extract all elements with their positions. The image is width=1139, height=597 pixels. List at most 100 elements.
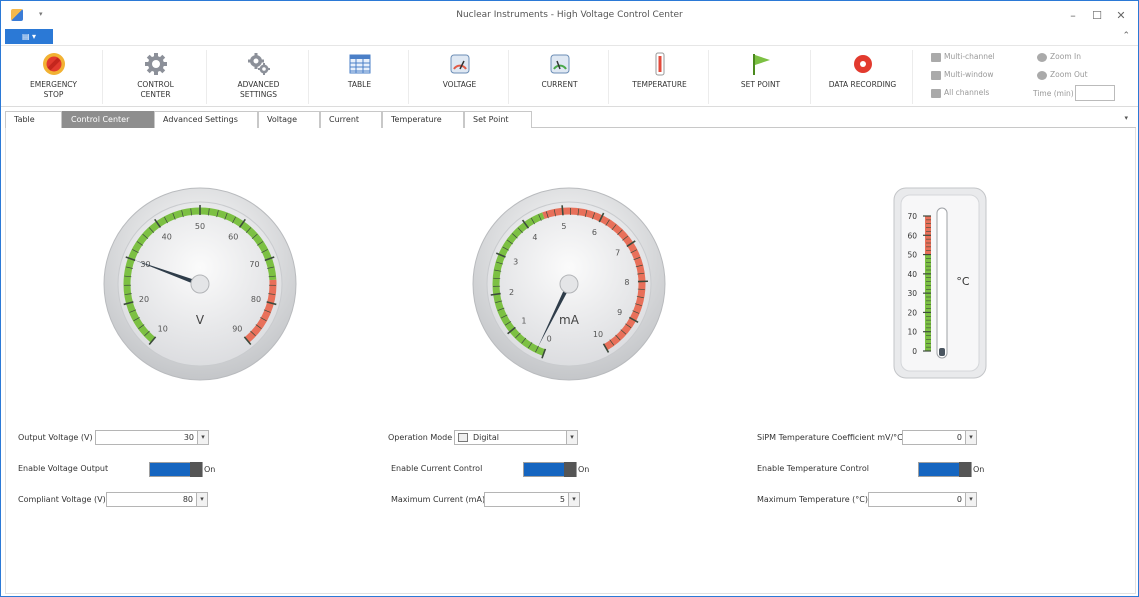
maximum-temperature-field[interactable]: 0 [868, 492, 967, 507]
toggle-knob [564, 462, 576, 477]
thermometer-icon [655, 52, 664, 76]
tab-voltage[interactable]: Voltage [258, 111, 320, 128]
voltage-tick-label: 60 [228, 232, 238, 241]
voltage-button[interactable]: VOLTAGE [411, 50, 509, 104]
tab-control-center-label: Control Center [71, 115, 130, 124]
document-tabs: Table Control Center ✕ Advanced Settings… [5, 111, 1136, 140]
compliant-voltage-dropdown[interactable]: ▾ [196, 492, 208, 507]
app-window: ▾ Nuclear Instruments - High Voltage Con… [0, 0, 1139, 597]
output-voltage-field[interactable]: 30 [95, 430, 199, 445]
voltage-tick-label: 80 [251, 295, 261, 304]
control-center-panel: 10 20 30 40 50 60 70 80 90 V 0 1 2 3 4 5 6 7 8 9 10 mA 0 10 20… [5, 128, 1136, 594]
maximize-button[interactable]: ☐ [1089, 9, 1105, 22]
tab-control-center[interactable]: Control Center ✕ [62, 111, 154, 140]
enable-temperature-state: On [973, 465, 985, 474]
tab-current[interactable]: Current [320, 111, 382, 128]
enable-temperature-label: Enable Temperature Control [757, 464, 869, 473]
table-icon [349, 54, 370, 74]
zoom-out-label: Zoom Out [1050, 70, 1088, 79]
file-menu-button[interactable]: ▤ ▾ [5, 29, 53, 44]
operation-mode-select[interactable]: Digital [454, 430, 568, 445]
output-voltage-label: Output Voltage (V) [18, 433, 93, 442]
data-recording-button[interactable]: DATA RECORDING [813, 50, 913, 104]
enable-current-toggle[interactable] [523, 462, 577, 477]
zoom-out-icon [1037, 70, 1047, 80]
current-gauge-icon [550, 54, 569, 74]
current-button[interactable]: CURRENT [511, 50, 609, 104]
tab-advanced-settings-label: Advanced Settings [163, 115, 238, 124]
toggle-knob [959, 462, 971, 477]
enable-temperature-toggle[interactable] [918, 462, 972, 477]
enable-current-label: Enable Current Control [391, 464, 483, 473]
current-tick-label: 8 [624, 278, 629, 287]
temperature-thermometer: 0 10 20 30 40 50 60 70 °C [893, 187, 987, 379]
voltage-gauge-icon [450, 54, 469, 74]
tab-table[interactable]: Table [5, 111, 62, 128]
thermo-green-band [925, 254, 931, 351]
compliant-voltage-field[interactable]: 80 [106, 492, 198, 507]
current-tick-label: 2 [509, 288, 514, 297]
tabs-dropdown[interactable]: ▾ [1124, 114, 1128, 122]
table-label: TABLE [347, 80, 372, 89]
voltage-tick-label: 20 [139, 295, 149, 304]
voltage-tick-label: 10 [158, 324, 168, 333]
title-bar: ▾ Nuclear Instruments - High Voltage Con… [1, 1, 1138, 29]
record-icon [853, 55, 872, 73]
tab-set-point-label: Set Point [473, 115, 509, 124]
thermo-tick-label: 70 [907, 212, 917, 221]
all-channels-option[interactable]: All channels [931, 88, 989, 98]
set-point-button[interactable]: SET POINT [711, 50, 811, 104]
zoom-in-label: Zoom In [1050, 52, 1081, 61]
close-button[interactable]: ✕ [1113, 9, 1129, 22]
multi-window-icon [931, 70, 941, 80]
maximum-current-field[interactable]: 5 [484, 492, 570, 507]
advanced-settings-label: ADVANCED SETTINGS [237, 80, 280, 99]
tab-temperature[interactable]: Temperature [382, 111, 464, 128]
time-label: Time (min) [1033, 89, 1074, 98]
current-tick-label: 0 [547, 335, 552, 344]
multi-window-option[interactable]: Multi-window [931, 70, 994, 80]
tab-voltage-label: Voltage [267, 115, 298, 124]
voltage-label: VOLTAGE [442, 80, 477, 89]
data-recording-label: DATA RECORDING [828, 80, 897, 89]
current-tick-label: 10 [593, 330, 603, 339]
sipm-temp-coefficient-dropdown[interactable]: ▾ [965, 430, 977, 445]
sipm-temp-coefficient-field[interactable]: 0 [902, 430, 967, 445]
gears-icon [247, 53, 270, 75]
table-button[interactable]: TABLE [311, 50, 409, 104]
zoom-in-button[interactable]: Zoom In [1037, 52, 1081, 62]
temperature-label: TEMPERATURE [632, 80, 687, 89]
emergency-stop-button[interactable]: EMERGENCY STOP [5, 50, 103, 104]
tab-advanced-settings[interactable]: Advanced Settings [154, 111, 258, 128]
voltage-tick-label: 40 [162, 232, 172, 241]
thermo-tube [936, 207, 948, 359]
enable-voltage-toggle[interactable] [149, 462, 203, 477]
maximum-current-dropdown[interactable]: ▾ [568, 492, 580, 507]
window-title: Nuclear Instruments - High Voltage Contr… [456, 10, 683, 20]
collapse-ribbon-button[interactable]: ⌃ [1122, 31, 1130, 41]
current-tick-label: 5 [561, 222, 566, 231]
multi-window-label: Multi-window [944, 70, 994, 79]
voltage-gauge: 10 20 30 40 50 60 70 80 90 V [103, 187, 297, 381]
operation-mode-dropdown[interactable]: ▾ [566, 430, 578, 445]
multi-channel-option[interactable]: Multi-channel [931, 52, 995, 62]
multi-channel-label: Multi-channel [944, 52, 995, 61]
ribbon: EMERGENCY STOP CONTROL CENTER ADVANCED S… [1, 45, 1138, 107]
current-unit-label: mA [559, 313, 580, 327]
maximum-temperature-dropdown[interactable]: ▾ [965, 492, 977, 507]
control-center-button[interactable]: CONTROL CENTER [105, 50, 207, 104]
maximum-temperature-label: Maximum Temperature (°C) [757, 495, 869, 504]
tab-set-point[interactable]: Set Point [464, 111, 532, 128]
time-input[interactable] [1075, 85, 1115, 101]
advanced-settings-button[interactable]: ADVANCED SETTINGS [209, 50, 309, 104]
zoom-out-button[interactable]: Zoom Out [1037, 70, 1088, 80]
output-voltage-dropdown[interactable]: ▾ [197, 430, 209, 445]
temperature-button[interactable]: TEMPERATURE [611, 50, 709, 104]
control-center-label: CONTROL CENTER [137, 80, 174, 99]
gear-icon [144, 53, 167, 75]
voltage-tick-label: 50 [195, 222, 205, 231]
minimize-button[interactable]: – [1065, 9, 1081, 22]
current-tick-label: 3 [513, 257, 518, 266]
voltage-tick-label: 30 [140, 260, 150, 269]
flag-icon [752, 54, 770, 75]
